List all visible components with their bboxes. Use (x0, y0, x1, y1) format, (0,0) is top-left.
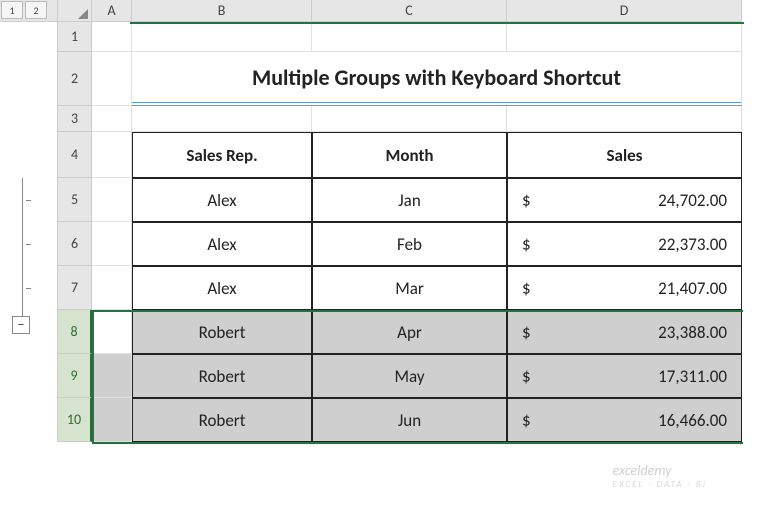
currency-symbol: $ (522, 410, 531, 431)
cell-rep[interactable]: Alex (132, 266, 312, 310)
row-7: 7 Alex Mar $ 21,407.00 (0, 266, 767, 310)
outline-level-1-button[interactable]: 1 (1, 1, 23, 19)
outline-gutter: − (0, 310, 58, 354)
cell-month[interactable]: Apr (312, 310, 507, 354)
cell-C1[interactable] (312, 22, 507, 52)
cell-A9[interactable] (92, 354, 132, 398)
spreadsheet: 1 2 A B C D 1 2 Multiple Groups with Key… (0, 0, 767, 442)
cell-D1[interactable] (507, 22, 742, 52)
table-header-sales[interactable]: Sales (507, 132, 742, 178)
column-header-B[interactable]: B (132, 0, 312, 22)
amount: 23,388.00 (658, 322, 727, 343)
cell-sales[interactable]: $ 16,466.00 (507, 398, 742, 442)
cell-month[interactable]: Feb (312, 222, 507, 266)
row-8: − 8 Robert Apr $ 23,388.00 (0, 310, 767, 354)
cell-A8[interactable] (92, 310, 132, 354)
cell-rep[interactable]: Alex (132, 222, 312, 266)
cell-C3[interactable] (312, 106, 507, 132)
selection-border (92, 310, 94, 444)
watermark-main: exceldemy (613, 462, 672, 479)
column-header-row: 1 2 A B C D (0, 0, 767, 22)
outline-gutter (0, 222, 58, 266)
currency-symbol: $ (522, 234, 531, 255)
cell-A7[interactable] (92, 266, 132, 310)
row-header-9[interactable]: 9 (58, 354, 92, 398)
table-header-rep[interactable]: Sales Rep. (132, 132, 312, 178)
row-header-1[interactable]: 1 (58, 22, 92, 52)
row-2: 2 Multiple Groups with Keyboard Shortcut (0, 52, 767, 106)
cell-A10[interactable] (92, 398, 132, 442)
row-4: 4 Sales Rep. Month Sales (0, 132, 767, 178)
outline-gutter (0, 132, 58, 178)
column-header-A[interactable]: A (92, 0, 132, 22)
cell-B3[interactable] (132, 106, 312, 132)
row-6: 6 Alex Feb $ 22,373.00 (0, 222, 767, 266)
cell-B1[interactable] (132, 22, 312, 52)
row-9: 9 Robert May $ 17,311.00 (0, 354, 767, 398)
row-header-4[interactable]: 4 (58, 132, 92, 178)
row-10: 10 Robert Jun $ 16,466.00 (0, 398, 767, 442)
watermark-sub: EXCEL · DATA · BI (613, 479, 707, 490)
cell-sales[interactable]: $ 22,373.00 (507, 222, 742, 266)
row-header-8[interactable]: 8 (58, 310, 92, 354)
selection-border (130, 22, 744, 24)
outline-gutter (0, 52, 58, 106)
cell-month[interactable]: Mar (312, 266, 507, 310)
cell-sales[interactable]: $ 21,407.00 (507, 266, 742, 310)
select-all-corner[interactable] (58, 0, 92, 22)
cell-sales[interactable]: $ 24,702.00 (507, 178, 742, 222)
cell-month[interactable]: Jun (312, 398, 507, 442)
column-header-D[interactable]: D (507, 0, 742, 22)
cell-month[interactable]: Jan (312, 178, 507, 222)
outline-gutter (0, 22, 58, 52)
outline-gutter (0, 398, 58, 442)
amount: 24,702.00 (658, 190, 727, 211)
row-3: 3 (0, 106, 767, 132)
outline-gutter (0, 178, 58, 222)
currency-symbol: $ (522, 322, 531, 343)
amount: 21,407.00 (658, 278, 727, 299)
currency-symbol: $ (522, 278, 531, 299)
cell-A3[interactable] (92, 106, 132, 132)
row-header-5[interactable]: 5 (58, 178, 92, 222)
cell-sales[interactable]: $ 17,311.00 (507, 354, 742, 398)
row-header-3[interactable]: 3 (58, 106, 92, 132)
page-title[interactable]: Multiple Groups with Keyboard Shortcut (132, 52, 742, 106)
cell-rep[interactable]: Robert (132, 354, 312, 398)
group-collapse-button[interactable]: − (12, 316, 30, 334)
cell-A2[interactable] (92, 52, 132, 106)
row-1: 1 (0, 22, 767, 52)
outline-level-buttons: 1 2 (0, 0, 58, 22)
amount: 17,311.00 (658, 366, 727, 387)
row-header-7[interactable]: 7 (58, 266, 92, 310)
cell-A6[interactable] (92, 222, 132, 266)
row-header-10[interactable]: 10 (58, 398, 92, 442)
row-5: 5 Alex Jan $ 24,702.00 (0, 178, 767, 222)
outline-level-2-button[interactable]: 2 (25, 1, 47, 19)
watermark: exceldemy EXCEL · DATA · BI (613, 462, 707, 490)
amount: 16,466.00 (658, 410, 727, 431)
cell-rep[interactable]: Alex (132, 178, 312, 222)
outline-gutter (0, 266, 58, 310)
outline-gutter (0, 354, 58, 398)
outline-gutter (0, 106, 58, 132)
cell-rep[interactable]: Robert (132, 398, 312, 442)
row-header-6[interactable]: 6 (58, 222, 92, 266)
column-header-C[interactable]: C (312, 0, 507, 22)
row-header-2[interactable]: 2 (58, 52, 92, 106)
currency-symbol: $ (522, 190, 531, 211)
selection-border (92, 310, 743, 312)
amount: 22,373.00 (658, 234, 727, 255)
cell-rep[interactable]: Robert (132, 310, 312, 354)
cell-sales[interactable]: $ 23,388.00 (507, 310, 742, 354)
cell-month[interactable]: May (312, 354, 507, 398)
cell-D3[interactable] (507, 106, 742, 132)
currency-symbol: $ (522, 366, 531, 387)
cell-A1[interactable] (92, 22, 132, 52)
table-header-month[interactable]: Month (312, 132, 507, 178)
cell-A4[interactable] (92, 132, 132, 178)
selection-border (92, 442, 743, 444)
cell-A5[interactable] (92, 178, 132, 222)
